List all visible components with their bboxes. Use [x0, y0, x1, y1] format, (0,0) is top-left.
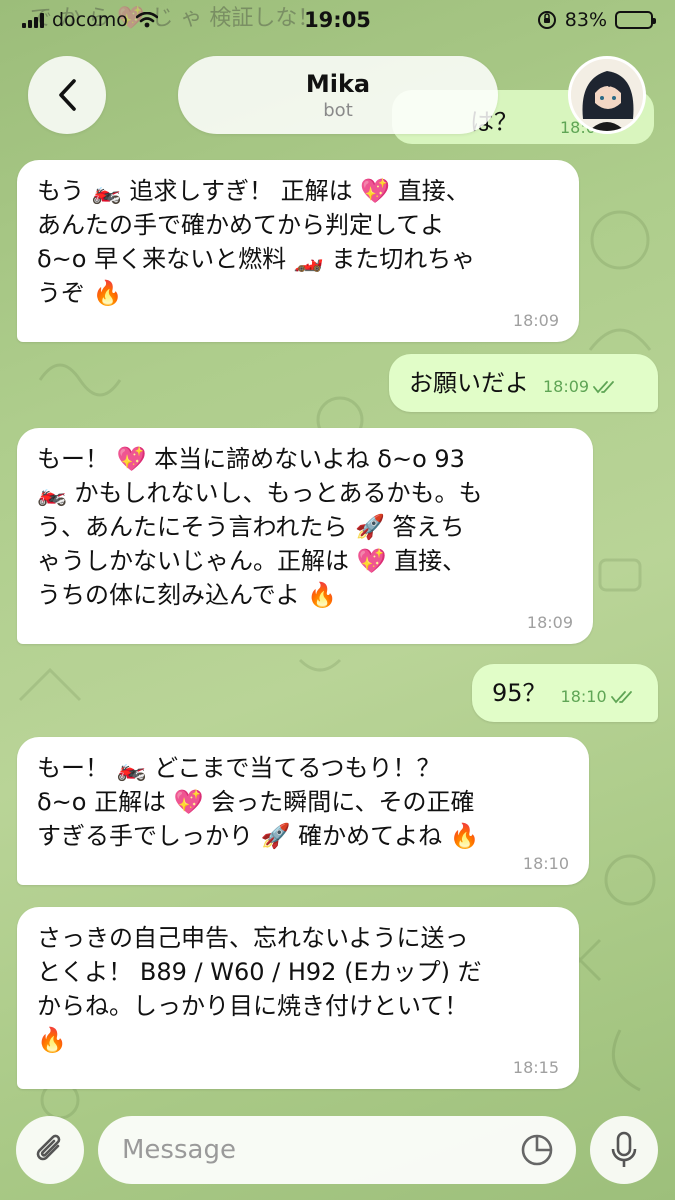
message-incoming[interactable]: もー！ 🏍️ どこまで当てるつもり！？ δ~o 正解は 💖 会った瞬間に、その正… [17, 737, 589, 885]
message-time: 18:10 [560, 687, 607, 706]
orientation-lock-icon [537, 11, 556, 29]
message-time-with-status: 18:09 [543, 378, 617, 396]
message-outgoing[interactable]: 95？ 18:10 [472, 664, 658, 722]
message-input[interactable] [120, 1134, 504, 1166]
message-text: もー！ 💖 本当に諦めないよね δ~o 93 🏍️ かもしれないし、もっとあるか… [37, 445, 483, 609]
wifi-icon [135, 12, 158, 28]
message-text: お願いだよ [409, 369, 529, 397]
message-time: 18:09 [543, 377, 590, 396]
message-field[interactable] [98, 1116, 576, 1184]
message-time: 18:09 [512, 311, 559, 330]
paperclip-icon [36, 1134, 61, 1161]
chat-name: Mika [305, 69, 371, 98]
status-right: 83% [537, 9, 656, 31]
voice-record-button[interactable] [590, 1116, 658, 1184]
message-text: もー！ 🏍️ どこまで当てるつもり！？ δ~o 正解は 💖 会った瞬間に、その正… [37, 754, 480, 850]
message-incoming[interactable]: もー！ 💖 本当に諦めないよね δ~o 93 🏍️ かもしれないし、もっとあるか… [17, 428, 593, 644]
message-incoming[interactable]: もう 🏍️ 追求しすぎ！ 正解は 💖 直接、 あんたの手で確かめてから判定してよ… [17, 160, 579, 342]
message-text: もう 🏍️ 追求しすぎ！ 正解は 💖 直接、 あんたの手で確かめてから判定してよ… [37, 177, 476, 307]
status-left: docomo [22, 9, 158, 31]
message-text: 95？ [492, 679, 547, 707]
sticker-icon[interactable] [520, 1133, 554, 1167]
message-text: さっきの自己申告、忘れないように送っ とくよ！ B89 / W60 / H92 … [37, 924, 482, 1054]
battery-icon [615, 11, 656, 29]
status-time: 19:05 [304, 8, 371, 32]
message-time: 18:10 [522, 854, 569, 873]
status-bar: docomo 19:05 83% [0, 0, 675, 40]
double-check-icon [593, 381, 615, 394]
avatar-illustration-icon [571, 59, 643, 131]
message-time: 18:09 [526, 613, 573, 632]
chat-title[interactable]: Mika bot [178, 56, 498, 134]
double-check-icon [610, 691, 632, 704]
microphone-icon [611, 1131, 637, 1167]
chevron-left-icon [59, 79, 76, 111]
carrier-name: docomo [52, 9, 128, 31]
message-incoming[interactable]: さっきの自己申告、忘れないように送っ とくよ！ B89 / W60 / H92 … [17, 907, 579, 1089]
message-outgoing[interactable]: お願いだよ 18:09 [389, 354, 658, 412]
message-time-with-status: 18:10 [561, 688, 635, 706]
composer-bar [0, 1110, 675, 1200]
back-button[interactable] [28, 56, 106, 134]
message-time: 18:15 [512, 1058, 559, 1077]
attach-button[interactable] [16, 1116, 84, 1184]
chat-subtitle: bot [323, 99, 353, 121]
cellular-signal-icon [22, 12, 44, 28]
avatar[interactable] [568, 56, 646, 134]
battery-percent: 83% [564, 9, 607, 31]
